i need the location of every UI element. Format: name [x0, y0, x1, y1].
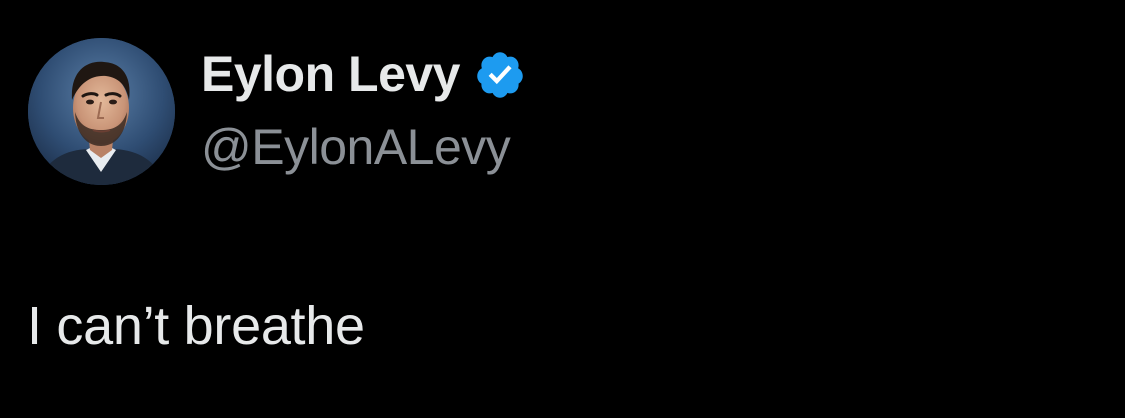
display-name-row: Eylon Levy: [201, 42, 526, 106]
tweet-card: Eylon Levy @EylonALevy I can’t breathe: [0, 0, 1125, 418]
avatar-photo-icon: [28, 38, 175, 185]
author-display-name[interactable]: Eylon Levy: [201, 45, 461, 103]
author-avatar[interactable]: [28, 38, 175, 185]
author-info: Eylon Levy @EylonALevy: [201, 42, 526, 176]
tweet-text: I can’t breathe: [27, 296, 365, 356]
verified-badge-icon[interactable]: [474, 49, 526, 101]
author-handle[interactable]: @EylonALevy: [201, 118, 526, 176]
